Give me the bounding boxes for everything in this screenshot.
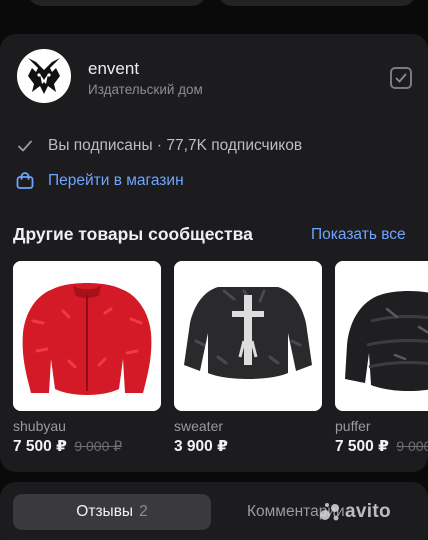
product-name[interactable]: puffer: [335, 418, 428, 434]
product-image-black-puffer-jacket[interactable]: [335, 261, 428, 411]
shop-name[interactable]: envent: [88, 59, 139, 79]
top-pill-right[interactable]: [218, 0, 416, 6]
product-image-black-sweater[interactable]: [174, 261, 322, 411]
product-name[interactable]: sweater: [174, 418, 322, 434]
shop-avatar[interactable]: [17, 49, 71, 103]
subscription-status[interactable]: Вы подписаны · 77,7K подписчиков: [14, 134, 302, 158]
top-pill-left[interactable]: [28, 0, 206, 6]
go-to-store-label: Перейти в магазин: [48, 172, 184, 189]
show-all-link[interactable]: Показать все: [311, 226, 406, 244]
verified-check-icon: [390, 67, 412, 89]
product-card[interactable]: sweater 3 900 ₽: [174, 261, 322, 456]
product-price: 7 500 ₽: [13, 438, 67, 455]
shop-subtitle: Издательский дом: [88, 82, 203, 97]
product-image-red-fur-jacket[interactable]: [13, 261, 161, 411]
shopping-bag-icon: [14, 170, 36, 192]
product-card[interactable]: puffer 7 500 ₽ 9 000 ₽: [335, 261, 428, 456]
product-name[interactable]: shubyau: [13, 418, 161, 434]
section-title: Другие товары сообщества: [13, 224, 253, 244]
subscription-text: Вы подписаны · 77,7K подписчиков: [48, 137, 303, 154]
product-price: 3 900 ₽: [174, 438, 228, 455]
avito-logo-icon: [320, 503, 339, 521]
shop-logo-icon: [28, 58, 60, 94]
product-price: 7 500 ₽: [335, 438, 389, 455]
avito-watermark: avito: [318, 500, 391, 524]
watermark-text: avito: [345, 501, 391, 522]
check-icon: [14, 135, 36, 157]
products-carousel[interactable]: shubyau 7 500 ₽ 9 000 ₽ sweater 3 900 ₽: [13, 261, 428, 461]
go-to-store-link[interactable]: Перейти в магазин: [14, 168, 184, 194]
product-card[interactable]: shubyau 7 500 ₽ 9 000 ₽: [13, 261, 161, 456]
tab-reviews-count: 2: [139, 503, 148, 520]
product-old-price: 9 000 ₽: [74, 438, 123, 454]
top-strip: [0, 0, 428, 22]
tab-reviews[interactable]: Отзывы 2: [13, 494, 211, 530]
tab-reviews-label: Отзывы: [76, 503, 134, 520]
product-old-price: 9 000 ₽: [396, 438, 428, 454]
